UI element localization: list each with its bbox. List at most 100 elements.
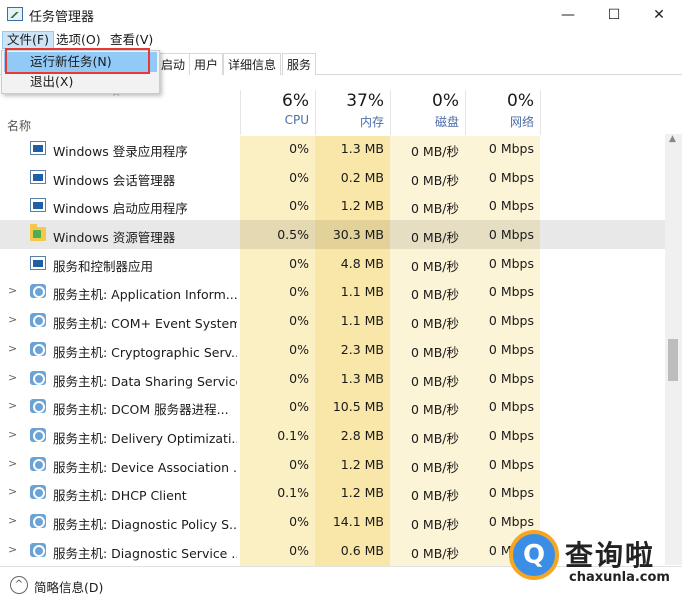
expand-chevron-icon[interactable]: > [8,371,17,384]
process-memory: 0.6 MB [340,542,384,558]
process-row[interactable]: Windows 会话管理器 0% 0.2 MB 0 MB/秒 0 Mbps [0,163,665,192]
disk-label: 磁盘 [434,115,459,129]
process-network: 0 Mbps [488,456,534,472]
process-disk: 0 MB/秒 [411,287,459,303]
watermark-en-text: chaxunla.com [569,570,670,585]
process-cpu: 0% [289,198,309,214]
expand-chevron-icon[interactable]: > [8,399,17,412]
scroll-up-icon[interactable]: ▲ [669,134,676,144]
gear-icon [30,485,46,500]
menu-view[interactable]: 查看(V) [106,31,157,49]
process-row[interactable]: Windows 资源管理器 0.5% 30.3 MB 0 MB/秒 0 Mbps [0,220,665,249]
process-row[interactable]: > 服务主机: COM+ Event System 0% 1.1 MB 0 MB/秒 0 … [0,306,665,335]
fewer-details-link[interactable]: 简略信息(D) [34,577,103,596]
cpu-column-header[interactable]: 6% CPU [240,90,315,135]
process-disk: 0 MB/秒 [411,488,459,504]
expand-chevron-icon[interactable]: > [8,485,17,498]
process-network: 0 Mbps [488,399,534,415]
process-memory: 30.3 MB [332,227,384,243]
expand-chevron-icon[interactable]: > [8,313,17,326]
process-network: 0 Mbps [488,485,534,501]
process-cpu: 0.5% [277,227,309,243]
window-icon [30,141,46,155]
process-memory: 1.2 MB [340,198,384,214]
tab-users[interactable]: 用户 [189,53,224,75]
process-row[interactable]: Windows 启动应用程序 0% 1.2 MB 0 MB/秒 0 Mbps [0,191,665,220]
process-memory: 14.1 MB [332,513,384,529]
process-memory: 2.8 MB [340,427,384,443]
close-button[interactable]: ✕ [636,0,682,30]
window-icon [30,198,46,213]
process-row[interactable]: > 服务主机: DCOM 服务器进程... 0% 10.5 MB 0 MB/秒 0 Mbp… [0,392,665,421]
process-cpu: 0% [289,141,309,156]
tab-details[interactable]: 详细信息 [223,53,282,75]
gear-icon [30,456,46,471]
process-cpu: 0% [289,456,309,472]
process-name: 服务主机: COM+ Event System [53,316,237,332]
vertical-scrollbar[interactable]: ▲ [665,134,682,565]
process-name: Windows 资源管理器 [53,230,176,246]
process-disk: 0 MB/秒 [411,430,459,446]
process-cpu: 0% [289,399,309,415]
highlight-annotation-frame [5,48,150,74]
process-disk: 0 MB/秒 [411,172,459,188]
gear-icon [30,341,46,356]
process-cpu: 0% [289,513,309,529]
extra-column-header [540,90,665,135]
process-cpu: 0% [289,169,309,185]
process-row[interactable]: > 服务主机: Data Sharing Service 0% 1.3 MB 0 MB/… [0,364,665,393]
process-row[interactable]: Windows 登录应用程序 0% 1.3 MB 0 MB/秒 0 Mbps [0,134,665,163]
memory-column-header[interactable]: 37% 内存 [315,90,390,135]
process-disk: 0 MB/秒 [411,516,459,532]
process-network: 0 Mbps [488,227,534,243]
maximize-button[interactable]: ☐ [591,0,637,30]
chevron-up-circle-icon[interactable]: ^ [10,576,28,594]
tab-startup[interactable]: 启动 [156,53,191,75]
process-name: 服务主机: Delivery Optimizati... [53,430,237,446]
watermark: Q 查询啦 chaxunla.com [497,516,682,607]
process-disk: 0 MB/秒 [411,258,459,274]
process-memory: 1.2 MB [340,456,384,472]
expand-chevron-icon[interactable]: > [8,457,17,470]
process-network: 0 Mbps [488,169,534,185]
process-list: Windows 登录应用程序 0% 1.3 MB 0 MB/秒 0 Mbps Window… [0,134,665,565]
process-name: 服务主机: Cryptographic Serv... [53,344,237,360]
expand-chevron-icon[interactable]: > [8,284,17,297]
network-column-header[interactable]: 0% 网络 [465,90,540,135]
network-total: 0% [507,91,534,111]
process-name: Windows 启动应用程序 [53,201,188,217]
process-row[interactable]: > 服务主机: Delivery Optimizati... 0.1% 2.8 MB 0… [0,421,665,450]
process-memory: 1.1 MB [340,284,384,300]
process-disk: 0 MB/秒 [411,373,459,389]
process-disk: 0 MB/秒 [411,459,459,475]
process-row[interactable]: > 服务主机: Application Inform... 0% 1.1 MB 0 MB… [0,277,665,306]
process-network: 0 Mbps [488,255,534,271]
process-memory: 1.3 MB [340,141,384,156]
menu-bar: 文件(F) 选项(O) 查看(V) [0,30,682,50]
process-name: Windows 会话管理器 [53,172,176,188]
disk-column-header[interactable]: 0% 磁盘 [390,90,465,135]
folder-icon [30,224,46,242]
expand-chevron-icon[interactable]: > [8,428,17,441]
expand-chevron-icon[interactable]: > [8,342,17,355]
expand-chevron-icon[interactable]: > [8,514,17,527]
menu-options[interactable]: 选项(O) [52,31,105,49]
gear-icon [30,313,46,328]
tab-services[interactable]: 服务 [282,53,317,75]
name-column-header[interactable]: 名称 [7,117,31,134]
process-cpu: 0.1% [277,485,309,501]
menu-file[interactable]: 文件(F) [2,31,54,49]
process-network: 0 Mbps [488,284,534,300]
process-memory: 1.3 MB [340,370,384,386]
scroll-thumb[interactable] [668,339,678,381]
expand-chevron-icon[interactable]: > [8,543,17,556]
process-name: 服务主机: Data Sharing Service [53,373,237,389]
minimize-button[interactable]: — [545,0,591,30]
exit-menu-item[interactable]: 退出(X) [4,72,157,92]
process-cpu: 0% [289,341,309,357]
process-row[interactable]: 服务和控制器应用 0% 4.8 MB 0 MB/秒 0 Mbps [0,249,665,278]
process-row[interactable]: > 服务主机: DHCP Client 0.1% 1.2 MB 0 MB/秒 0 Mbps [0,478,665,507]
process-row[interactable]: > 服务主机: Cryptographic Serv... 0% 2.3 MB 0 MB… [0,335,665,364]
process-memory: 10.5 MB [332,399,384,415]
process-row[interactable]: > 服务主机: Device Association ... 0% 1.2 MB 0 M… [0,450,665,479]
